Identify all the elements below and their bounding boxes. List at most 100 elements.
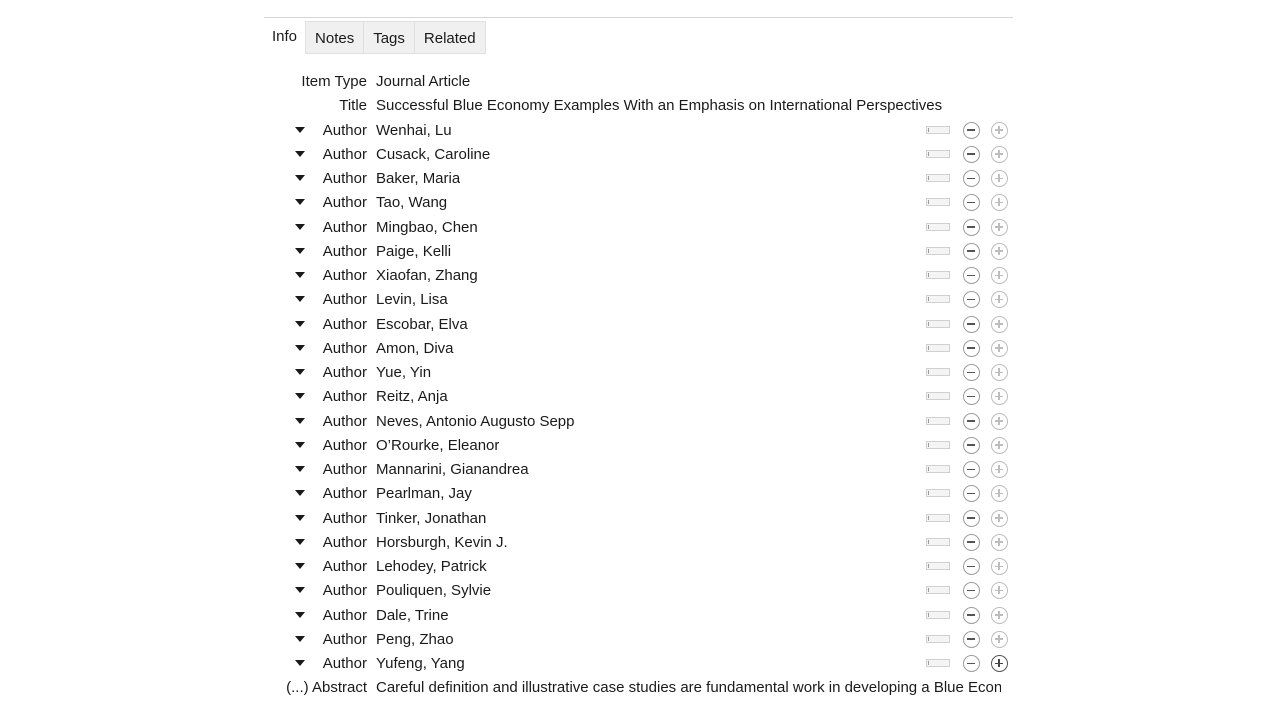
add-author-plus-circle-icon[interactable] — [991, 291, 1008, 309]
tab-info[interactable]: Info — [264, 21, 306, 54]
creator-type-menu-triangle-down-icon[interactable] — [295, 223, 305, 230]
name-mode-switch-icon[interactable] — [926, 586, 950, 595]
remove-author-minus-circle-icon[interactable] — [963, 606, 980, 624]
remove-author-minus-circle-icon[interactable] — [963, 630, 980, 648]
author-label[interactable]: Author — [323, 337, 367, 361]
remove-author-minus-circle-icon[interactable] — [963, 170, 980, 187]
author-label[interactable]: Author — [323, 216, 367, 240]
remove-author-minus-circle-icon[interactable] — [963, 291, 980, 309]
author-label[interactable]: Author — [323, 385, 367, 409]
author-label[interactable]: Author — [323, 288, 367, 312]
name-mode-switch-icon[interactable] — [926, 465, 950, 473]
name-mode-switch-icon[interactable] — [926, 198, 950, 207]
remove-author-minus-circle-icon[interactable] — [963, 533, 980, 551]
add-author-plus-circle-icon[interactable] — [991, 509, 1008, 527]
author-name[interactable]: Horsburgh, Kevin J. — [376, 531, 508, 555]
add-author-plus-circle-icon[interactable] — [991, 412, 1008, 430]
remove-author-minus-circle-icon[interactable] — [963, 145, 980, 163]
creator-type-menu-triangle-down-icon[interactable] — [295, 417, 305, 424]
author-label[interactable]: Author — [323, 410, 367, 434]
remove-author-minus-circle-icon[interactable] — [963, 339, 980, 357]
add-author-plus-circle-icon[interactable] — [991, 436, 1008, 454]
author-name[interactable]: Cusack, Caroline — [376, 143, 490, 167]
remove-author-minus-circle-icon[interactable] — [963, 412, 980, 430]
creator-type-menu-triangle-down-icon[interactable] — [295, 344, 305, 351]
name-mode-switch-icon[interactable] — [926, 271, 950, 279]
creator-type-menu-triangle-down-icon[interactable] — [295, 587, 305, 594]
creator-type-menu-triangle-down-icon[interactable] — [295, 369, 305, 375]
add-author-plus-circle-icon[interactable] — [991, 582, 1008, 600]
creator-type-menu-triangle-down-icon[interactable] — [295, 393, 305, 400]
name-mode-switch-icon[interactable] — [926, 319, 950, 328]
author-name[interactable]: Tinker, Jonathan — [376, 507, 486, 531]
creator-type-menu-triangle-down-icon[interactable] — [295, 563, 305, 569]
add-author-plus-circle-icon[interactable] — [991, 145, 1008, 163]
remove-author-minus-circle-icon[interactable] — [963, 509, 980, 527]
add-author-plus-circle-icon[interactable] — [991, 339, 1008, 357]
add-author-plus-circle-icon[interactable] — [991, 121, 1008, 139]
name-mode-switch-icon[interactable] — [926, 343, 950, 352]
remove-author-minus-circle-icon[interactable] — [963, 582, 980, 600]
add-author-plus-circle-icon[interactable] — [991, 194, 1008, 212]
author-label[interactable]: Author — [323, 361, 367, 385]
author-label[interactable]: Author — [323, 458, 367, 482]
creator-type-menu-triangle-down-icon[interactable] — [295, 611, 305, 618]
remove-author-minus-circle-icon[interactable] — [963, 194, 980, 212]
creator-type-menu-triangle-down-icon[interactable] — [295, 247, 305, 254]
remove-author-minus-circle-icon[interactable] — [963, 655, 980, 672]
add-author-plus-circle-icon[interactable] — [991, 630, 1008, 648]
title-value[interactable]: Successful Blue Economy Examples With an… — [376, 94, 942, 118]
creator-type-menu-triangle-down-icon[interactable] — [295, 538, 305, 545]
remove-author-minus-circle-icon[interactable] — [963, 364, 980, 381]
author-label[interactable]: Author — [323, 313, 367, 337]
abstract-label[interactable]: (...) Abstract — [286, 676, 367, 700]
name-mode-switch-icon[interactable] — [926, 149, 950, 158]
creator-type-menu-triangle-down-icon[interactable] — [295, 175, 305, 181]
remove-author-minus-circle-icon[interactable] — [963, 121, 980, 139]
author-label[interactable]: Author — [323, 628, 367, 652]
tab-tags[interactable]: Tags — [364, 21, 415, 54]
creator-type-menu-triangle-down-icon[interactable] — [295, 126, 305, 133]
author-label[interactable]: Author — [323, 579, 367, 603]
name-mode-switch-icon[interactable] — [926, 392, 950, 401]
name-mode-switch-icon[interactable] — [926, 246, 950, 255]
add-author-plus-circle-icon[interactable] — [991, 242, 1008, 260]
author-name[interactable]: Xiaofan, Zhang — [376, 264, 478, 288]
add-author-plus-circle-icon[interactable] — [991, 461, 1008, 478]
name-mode-switch-icon[interactable] — [926, 416, 950, 425]
author-label[interactable]: Author — [323, 191, 367, 215]
creator-type-menu-triangle-down-icon[interactable] — [295, 514, 305, 521]
name-mode-switch-icon[interactable] — [926, 174, 950, 182]
remove-author-minus-circle-icon[interactable] — [963, 558, 980, 575]
author-label[interactable]: Author — [323, 652, 367, 676]
name-mode-switch-icon[interactable] — [926, 610, 950, 619]
name-mode-switch-icon[interactable] — [926, 513, 950, 522]
author-name[interactable]: Pouliquen, Sylvie — [376, 579, 491, 603]
author-label[interactable]: Author — [323, 531, 367, 555]
remove-author-minus-circle-icon[interactable] — [963, 388, 980, 406]
author-name[interactable]: Escobar, Elva — [376, 313, 468, 337]
author-name[interactable]: Levin, Lisa — [376, 288, 448, 312]
creator-type-menu-triangle-down-icon[interactable] — [295, 660, 305, 666]
creator-type-menu-triangle-down-icon[interactable] — [295, 199, 305, 206]
creator-type-menu-triangle-down-icon[interactable] — [295, 272, 305, 278]
add-author-plus-circle-icon[interactable] — [991, 558, 1008, 575]
tab-notes[interactable]: Notes — [305, 21, 365, 54]
add-author-plus-circle-icon[interactable] — [991, 267, 1008, 284]
add-author-plus-circle-icon[interactable] — [991, 218, 1008, 236]
name-mode-switch-icon[interactable] — [926, 368, 950, 376]
remove-author-minus-circle-icon[interactable] — [963, 461, 980, 478]
name-mode-switch-icon[interactable] — [926, 295, 950, 304]
author-name[interactable]: Baker, Maria — [376, 167, 460, 191]
item-type-value[interactable]: Journal Article — [376, 70, 470, 94]
author-name[interactable]: Pearlman, Jay — [376, 482, 472, 506]
add-author-plus-circle-icon[interactable] — [991, 606, 1008, 624]
author-label[interactable]: Author — [323, 434, 367, 458]
author-label[interactable]: Author — [323, 555, 367, 579]
author-label[interactable]: Author — [323, 143, 367, 167]
name-mode-switch-icon[interactable] — [926, 222, 950, 231]
add-author-plus-circle-icon[interactable] — [991, 655, 1008, 672]
author-name[interactable]: Lehodey, Patrick — [376, 555, 487, 579]
author-label[interactable]: Author — [323, 604, 367, 628]
add-author-plus-circle-icon[interactable] — [991, 388, 1008, 406]
